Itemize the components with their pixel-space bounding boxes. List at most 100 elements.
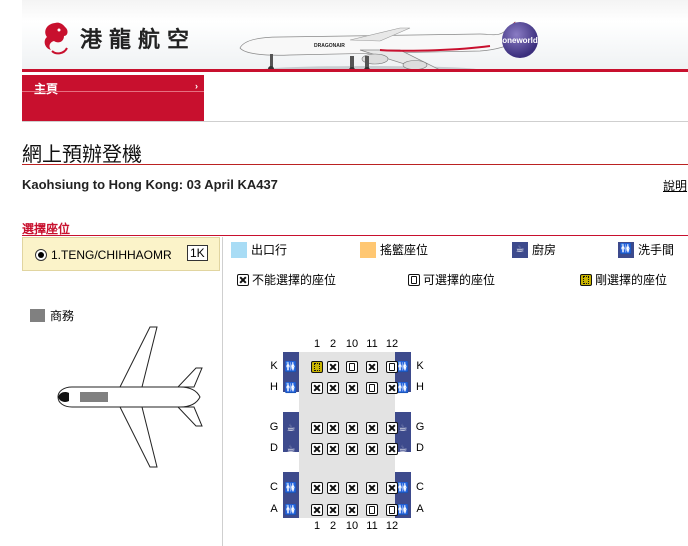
seat-11H[interactable] (366, 382, 378, 394)
legend-unavailable-label: 不能選擇的座位 (252, 273, 337, 287)
row-label-left: G (269, 421, 279, 433)
legend-selected: 剛選擇的座位 (580, 271, 667, 288)
lavatory-icon: 🚻 (284, 361, 298, 373)
aircraft-diagram (57, 326, 203, 468)
seat-11A[interactable] (366, 504, 378, 516)
legend-unavailable: 不能選擇的座位 (237, 271, 336, 288)
column-number-bottom: 1 (313, 520, 321, 532)
unavailable-seat-icon (237, 273, 249, 286)
passenger-radio[interactable] (35, 249, 47, 261)
lavatory-icon: 🚻 (618, 241, 634, 258)
legend-lavatory-label: 洗手間 (638, 243, 675, 257)
row-label-left: K (270, 360, 278, 372)
lavatory-icon: 🚻 (284, 504, 298, 516)
seat-10D (346, 443, 358, 455)
cabin-class-legend: 商務 (30, 307, 74, 324)
galley-icon: ☕ (398, 443, 408, 455)
seat-2C (327, 482, 339, 494)
lavatory-icon: 🚻 (396, 382, 410, 394)
lavatory-icon: 🚻 (284, 482, 298, 494)
nav-home-label: 主頁 (34, 82, 59, 96)
legend-selected-label: 剛選擇的座位 (595, 273, 668, 287)
seat-2K (327, 361, 339, 373)
seat-1A (311, 504, 323, 516)
seat-2H (327, 382, 339, 394)
passenger-panel: 1.TENG/CHIHHAOMR 1K 商務 (22, 237, 223, 546)
legend-galley: ☕ 廚房 (512, 241, 556, 258)
dragon-logo-icon (44, 22, 68, 55)
row-label-right: A (416, 503, 424, 515)
seat-11C (366, 482, 378, 494)
column-number-top: 1 (313, 338, 321, 350)
section-divider (22, 235, 688, 236)
legend-available-label: 可選擇的座位 (423, 273, 496, 287)
row-label-right: D (416, 442, 424, 454)
brand-name: 港龍航空 (80, 27, 197, 53)
help-link[interactable]: 說明 (663, 177, 687, 194)
column-number-top: 10 (345, 338, 359, 350)
row-label-right: K (416, 360, 424, 372)
selected-seat-icon (580, 273, 592, 286)
legend-exit-row: 出口行 (231, 241, 287, 258)
nav-tab-divider (22, 91, 204, 92)
seat-12H (386, 382, 398, 394)
passenger-name: 1.TENG/CHIHHAOMR (51, 248, 172, 262)
legend-exit-label: 出口行 (251, 243, 288, 257)
legend-galley-label: 廚房 (532, 243, 557, 257)
livery-text: DRAGONAIR (314, 43, 345, 49)
column-number-top: 11 (366, 338, 378, 350)
available-seat-icon (408, 273, 420, 286)
row-label-left: C (270, 481, 278, 493)
exit-row-swatch (231, 241, 247, 258)
seat-1D (311, 443, 323, 455)
seat-10K[interactable] (346, 361, 358, 373)
column-number-bottom: 11 (366, 520, 378, 532)
seat-10A (346, 504, 358, 516)
seat-12C (386, 482, 398, 494)
seat-1G (311, 422, 323, 434)
main-nav: 主頁 › (22, 75, 688, 122)
passenger-row[interactable]: 1.TENG/CHIHHAOMR 1K (22, 237, 220, 271)
seat-12K[interactable] (386, 361, 398, 373)
seat-10H (346, 382, 358, 394)
lavatory-icon: 🚻 (396, 504, 410, 516)
lavatory-icon: 🚻 (284, 382, 298, 394)
nav-tab-home[interactable]: 主頁 › (22, 75, 204, 121)
passenger-seat-badge: 1K (187, 245, 208, 261)
seat-1H (311, 382, 323, 394)
title-divider (22, 164, 688, 165)
galley-icon: ☕ (286, 443, 296, 455)
galley-icon: ☕ (286, 422, 296, 434)
seat-1K[interactable] (311, 361, 323, 373)
lavatory-icon: 🚻 (396, 482, 410, 494)
airplane-image: DRAGONAIR (239, 21, 520, 72)
business-class-swatch (30, 309, 45, 322)
column-number-top: 12 (385, 338, 399, 350)
seat-12D (386, 443, 398, 455)
row-label-left: H (270, 381, 278, 393)
column-number-bottom: 12 (385, 520, 399, 532)
column-number-bottom: 2 (329, 520, 337, 532)
row-label-right: H (416, 381, 424, 393)
cradle-seat-swatch (360, 241, 376, 258)
seat-11K (366, 361, 378, 373)
column-number-top: 2 (329, 338, 337, 350)
banner-underline (22, 69, 688, 72)
galley-icon: ☕ (398, 422, 408, 434)
legend-available: 可選擇的座位 (408, 271, 495, 288)
row-label-left: A (270, 503, 278, 515)
lavatory-icon: 🚻 (396, 361, 410, 373)
page-title: 網上預辦登機 (22, 144, 142, 166)
column-number-bottom: 10 (345, 520, 359, 532)
seat-11G (366, 422, 378, 434)
row-label-right: C (416, 481, 424, 493)
chevron-right-icon: › (195, 81, 198, 91)
seat-11D (366, 443, 378, 455)
cabin-class-label: 商務 (50, 309, 75, 323)
legend-cradle-label: 搖籃座位 (380, 243, 429, 257)
seat-12A[interactable] (386, 504, 398, 516)
seat-2D (327, 443, 339, 455)
galley-icon: ☕ (512, 241, 528, 258)
seat-12G (386, 422, 398, 434)
legend-cradle: 搖籃座位 (360, 241, 428, 258)
